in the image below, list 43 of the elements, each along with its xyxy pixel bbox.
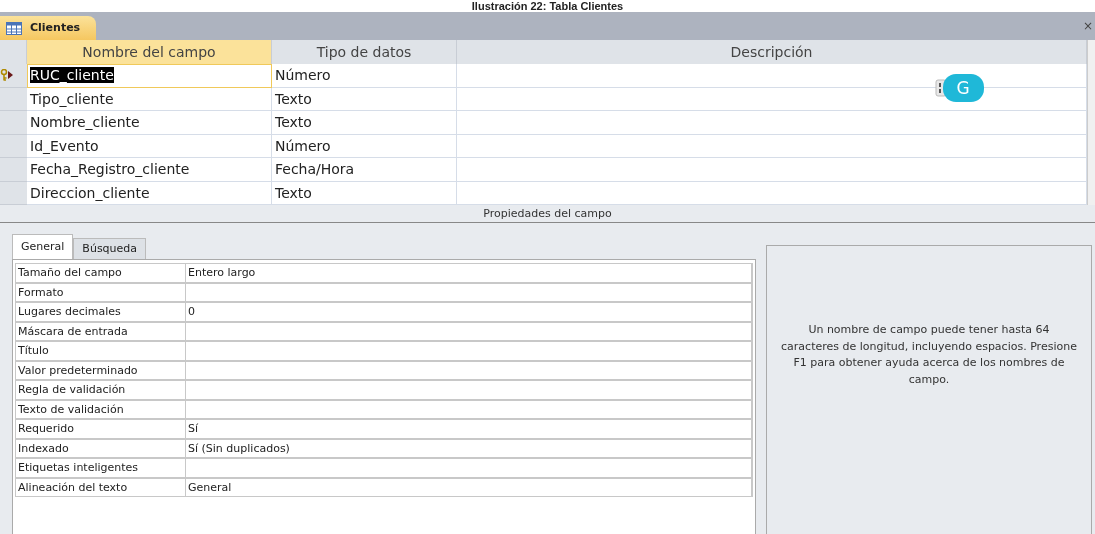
close-button[interactable]: ×	[1080, 20, 1095, 32]
property-label: Lugares decimales	[16, 303, 186, 321]
property-value[interactable]: Sí (Sin duplicados)	[186, 439, 752, 457]
document-tab[interactable]: Clientes	[0, 16, 97, 40]
table-cell: Id_Evento	[27, 134, 272, 158]
property-label: Etiquetas inteligentes	[16, 459, 186, 477]
property-label: Valor predeterminado	[16, 361, 186, 379]
table-icon	[6, 21, 22, 35]
property-label: Requerido	[16, 420, 186, 438]
property-value[interactable]: Entero largo	[186, 264, 752, 282]
row-pointer-icon	[8, 71, 13, 80]
table-cell: Tipo_cliente	[27, 87, 272, 111]
property-label: Máscara de entrada	[16, 322, 186, 340]
property-label: Indexado	[16, 439, 186, 457]
property-label: Texto de validación	[16, 400, 186, 418]
tab[interactable]: General	[12, 234, 74, 259]
header-corner	[0, 40, 27, 64]
property-label: Tamaño del campo	[16, 264, 186, 282]
column-header: Tipo de datos	[272, 40, 457, 64]
selected-text: RUC_cliente	[30, 67, 114, 83]
help-text: Un nombre de campo puede tener hasta 64 caracteres de longitud, incluyendo espacios. Presione F1 para obtener ayuda acerca de los nombres de campo.	[781, 322, 1077, 388]
key-icon	[0, 69, 8, 82]
table-cell: Texto	[272, 87, 457, 111]
figure-caption: Ilustración 22: Tabla Clientes	[470, 0, 625, 12]
column-header: Descripción	[457, 40, 1087, 64]
property-value[interactable]: 0	[186, 303, 752, 321]
table-cell: Número	[272, 64, 457, 88]
table-cell: Número	[272, 134, 457, 158]
property-value[interactable]: Sí	[186, 420, 752, 438]
column-header: Nombre del campo	[27, 40, 272, 64]
table-cell: Nombre_cliente	[27, 111, 272, 135]
table-cell: Texto	[272, 111, 457, 135]
scrollbar[interactable]	[1087, 40, 1095, 205]
section-title: Propiedades del campo	[0, 205, 1095, 223]
property-label: Título	[16, 342, 186, 360]
property-value[interactable]: General	[186, 478, 752, 496]
property-label: Formato	[16, 283, 186, 301]
table-cell: Fecha_Registro_cliente	[27, 158, 272, 182]
property-label: Regla de validación	[16, 381, 186, 399]
tab[interactable]: Búsqueda	[73, 238, 147, 259]
table-cell: Fecha/Hora	[272, 158, 457, 182]
property-label: Alineación del texto	[16, 478, 186, 496]
row-selector[interactable]	[0, 64, 27, 88]
